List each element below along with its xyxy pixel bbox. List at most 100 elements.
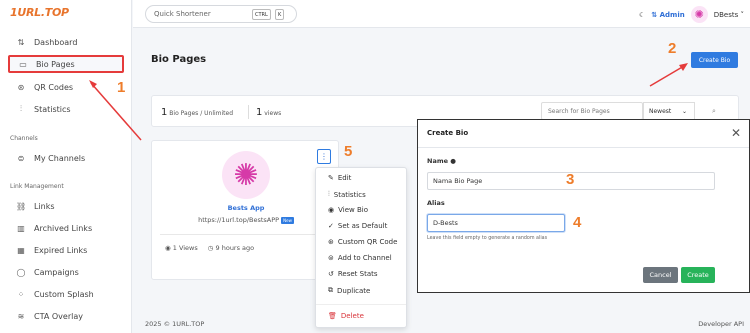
new-badge: New <box>281 216 294 224</box>
quick-shortener-placeholder: Quick Shortener <box>154 10 211 18</box>
admin-label: Admin <box>659 10 685 19</box>
help-icon[interactable]: ● <box>450 157 456 165</box>
sidebar-item-expired-links[interactable]: ▦ Expired Links <box>8 241 124 259</box>
arrow-to-create-bio <box>649 65 685 87</box>
sidebar-item-label: Bio Pages <box>36 59 75 69</box>
menu-item-reset-stats[interactable]: ↺ Reset Stats <box>328 270 378 278</box>
annotation-number: 3 <box>566 171 575 188</box>
bio-count-value: 1 <box>161 107 168 118</box>
trash-icon: 🗑 <box>328 312 337 320</box>
calendar-icon: ▦ <box>17 245 25 255</box>
bio-actions-dropdown: ✎ Edit ⫶ Statistics ◉ View Bio ✓ Set as Defa… <box>315 167 407 328</box>
bio-count: 1 Bio Pages / Unlimited <box>161 107 233 118</box>
create-bio-button[interactable]: Create Bio <box>691 52 738 68</box>
clock-icon: ◷ <box>207 244 214 252</box>
bio-views: ◉ 1 Views <box>165 244 198 252</box>
statistics-icon: ⫶ <box>20 104 22 113</box>
sidebar-item-label: Links <box>34 201 55 211</box>
menu-item-view-bio[interactable]: ◉ View Bio <box>328 206 368 214</box>
topbar: Quick Shortener CTRL K ☾ ⇅ Admin ✺ DBest… <box>133 0 750 28</box>
menu-item-add-channel[interactable]: ⊜ Add to Channel <box>328 254 392 262</box>
modal-title: Create Bio <box>427 129 469 137</box>
sidebar-item-my-channels[interactable]: ⊜ My Channels <box>8 149 124 167</box>
sidebar: 1URL.TOP ⇅ Dashboard ▭ Bio Pages ⊛ QR Co… <box>0 0 132 333</box>
menu-item-statistics[interactable]: ⫶ Statistics <box>328 190 366 199</box>
avatar[interactable]: ✺ <box>690 6 708 23</box>
card-divider <box>160 234 330 235</box>
shortcut-ctrl-key: CTRL <box>252 9 271 20</box>
menu-item-set-default[interactable]: ✓ Set as Default <box>328 222 387 230</box>
logo[interactable]: 1URL.TOP <box>10 6 69 19</box>
name-label-text: Name <box>427 157 449 165</box>
qr-code-icon: ⊛ <box>17 82 25 92</box>
sidebar-item-label: Archived Links <box>34 223 93 233</box>
name-input-placeholder: Nama Bio Page <box>433 177 483 185</box>
bio-time-text: 9 hours ago <box>215 244 255 252</box>
qr-code-icon: ⊛ <box>328 238 334 246</box>
channels-icon: ⊜ <box>17 153 25 163</box>
chevron-down-icon: ⌄ <box>681 107 687 115</box>
annotation-number: 2 <box>668 40 677 57</box>
menu-item-edit[interactable]: ✎ Edit <box>328 174 351 182</box>
statistics-icon: ⫶ <box>328 190 330 198</box>
bio-time: ◷ 9 hours ago <box>208 244 254 252</box>
sidebar-item-label: Expired Links <box>34 245 88 255</box>
sidebar-item-links[interactable]: ⛓ Links <box>8 197 124 215</box>
user-menu[interactable]: DBests ˅ <box>714 11 744 19</box>
sidebar-item-cta-overlay[interactable]: ≋ CTA Overlay <box>8 307 124 325</box>
sidebar-item-label: QR Codes <box>34 82 74 92</box>
arrow-head-2 <box>679 63 688 71</box>
menu-divider <box>316 304 406 305</box>
sidebar-item-bio-pages[interactable]: ▭ Bio Pages <box>8 55 124 73</box>
sidebar-item-label: Dashboard <box>34 37 78 47</box>
menu-item-label: Edit <box>337 174 352 182</box>
sidebar-item-label: CTA Overlay <box>34 311 83 321</box>
close-icon[interactable]: ✕ <box>731 126 741 140</box>
menu-item-label: Statistics <box>333 190 366 199</box>
sidebar-item-archived-links[interactable]: ▥ Archived Links <box>8 219 124 237</box>
sidebar-item-campaigns[interactable]: ◯ Campaigns <box>8 263 124 281</box>
alias-input[interactable]: D-Bests <box>427 214 565 232</box>
sidebar-item-label: Statistics <box>34 104 71 114</box>
sidebar-item-dashboard[interactable]: ⇅ Dashboard <box>8 33 124 51</box>
quick-shortener-input[interactable]: Quick Shortener CTRL K <box>145 5 297 23</box>
theme-toggle-icon[interactable]: ☾ <box>639 11 645 19</box>
alias-label: Alias <box>427 199 445 207</box>
card-menu-button[interactable]: ⋮ <box>317 149 331 164</box>
menu-item-custom-qr[interactable]: ⊛ Custom QR Code <box>328 238 397 246</box>
bio-search-input[interactable]: Search for Bio Pages <box>541 102 643 120</box>
sidebar-item-label: Campaigns <box>34 267 79 277</box>
duplicate-icon: ⧉ <box>328 286 333 294</box>
create-button[interactable]: Create <box>681 267 715 283</box>
sidebar-item-statistics[interactable]: ⫶ Statistics <box>8 100 124 118</box>
link-management-heading: Link Management <box>10 183 64 190</box>
sort-select[interactable]: Newest ⌄ <box>643 102 695 120</box>
menu-item-delete[interactable]: 🗑 Delete <box>328 312 364 320</box>
search-icon[interactable]: ⌕ <box>712 107 716 116</box>
views-count-value: 1 <box>256 107 263 118</box>
bio-count-label: Bio Pages / Unlimited <box>169 110 234 117</box>
alias-input-value: D-Bests <box>433 219 458 227</box>
footer-copyright: 2025 © 1URL.TOP <box>145 320 205 328</box>
user-name: DBests <box>713 10 739 19</box>
developer-api-link[interactable]: Developer API <box>698 320 744 328</box>
admin-link[interactable]: ⇅ Admin <box>651 11 684 19</box>
menu-item-label: View Bio <box>338 206 368 214</box>
sidebar-item-label: My Channels <box>34 153 86 163</box>
menu-item-label: Custom QR Code <box>337 238 398 246</box>
bio-avatar: ✺ <box>222 151 270 199</box>
sidebar-item-custom-splash[interactable]: ⁘ Custom Splash <box>8 285 124 303</box>
eye-icon: ◉ <box>328 206 335 214</box>
menu-item-label: Set as Default <box>337 222 388 230</box>
splash-icon: ⁘ <box>17 289 25 299</box>
bio-name[interactable]: Bests App <box>152 204 340 212</box>
menu-item-duplicate[interactable]: ⧉ Duplicate <box>328 286 370 295</box>
sidebar-item-label: Custom Splash <box>34 289 94 299</box>
bio-search-placeholder: Search for Bio Pages <box>548 107 610 115</box>
dashboard-icon: ⇅ <box>17 37 25 47</box>
eye-icon: ◉ <box>165 244 171 252</box>
cancel-button[interactable]: Cancel <box>643 267 678 283</box>
bio-url[interactable]: https://1url.top/BestsAPP New <box>152 216 340 224</box>
archive-icon: ▥ <box>17 223 25 233</box>
sidebar-item-qr-codes[interactable]: ⊛ QR Codes <box>8 78 124 96</box>
